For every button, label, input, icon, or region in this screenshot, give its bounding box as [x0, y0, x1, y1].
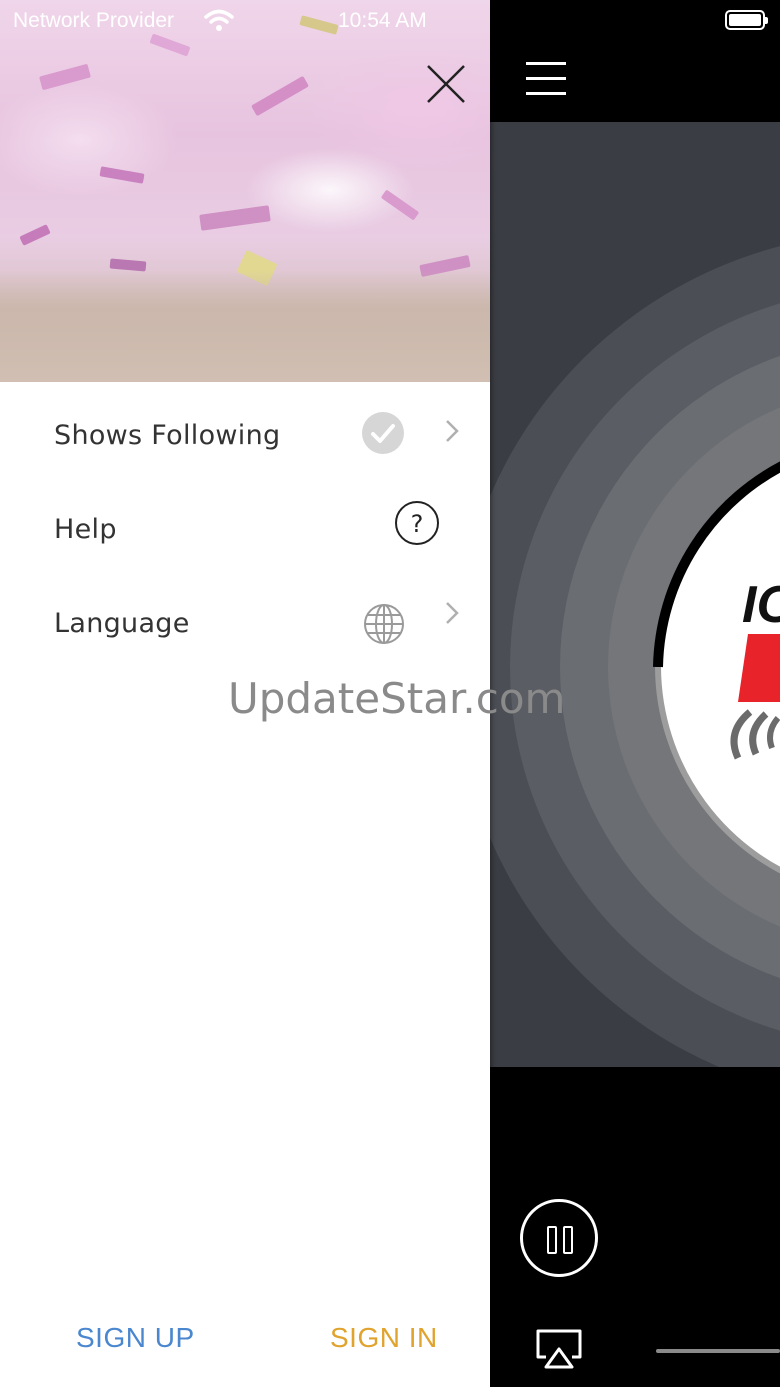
sign-up-button[interactable]: SIGN UP: [76, 1322, 195, 1354]
close-icon[interactable]: [420, 58, 472, 110]
drawer-menu: Shows Following Help ? Language: [0, 388, 490, 670]
question-circle-icon: ?: [395, 501, 439, 545]
player-panel: IO: [490, 0, 780, 1387]
check-circle-icon: [362, 412, 404, 454]
menu-item-help[interactable]: Help ?: [0, 482, 490, 576]
pause-icon-bar-right: [563, 1226, 573, 1254]
drawer-header-image: Network Provider 10:54 AM: [0, 0, 490, 382]
carrier-label: Network Provider: [13, 9, 175, 32]
airplay-icon[interactable]: [534, 1327, 584, 1371]
player-top-bar: [490, 0, 780, 122]
svg-text:?: ?: [411, 510, 424, 538]
chevron-right-icon: [446, 602, 459, 624]
status-bar: Network Provider 10:54 AM: [0, 0, 490, 40]
logo-letters-top: IO: [742, 576, 780, 634]
battery-icon: [725, 10, 768, 30]
menu-item-label: Language: [54, 608, 190, 639]
chevron-right-icon: [446, 420, 459, 442]
progress-track[interactable]: [656, 1349, 780, 1353]
menu-item-label: Shows Following: [54, 420, 281, 451]
artwork-rings: IO: [490, 246, 780, 1067]
clock: 10:54 AM: [338, 9, 427, 32]
globe-icon: [364, 604, 404, 644]
pause-icon-bar-left: [547, 1226, 557, 1254]
crowd-silhouette: [0, 270, 490, 382]
player-controls: [490, 1067, 780, 1387]
menu-item-label: Help: [54, 514, 117, 545]
menu-item-shows-following[interactable]: Shows Following: [0, 388, 490, 482]
wifi-icon: [204, 9, 234, 31]
side-drawer: Network Provider 10:54 AM Shows Followin…: [0, 0, 490, 1387]
station-artwork: IO: [490, 122, 780, 1067]
pause-button[interactable]: [520, 1199, 598, 1277]
menu-item-language[interactable]: Language: [0, 576, 490, 670]
sign-in-button[interactable]: SIGN IN: [330, 1322, 438, 1354]
hamburger-menu-icon[interactable]: [526, 62, 568, 96]
